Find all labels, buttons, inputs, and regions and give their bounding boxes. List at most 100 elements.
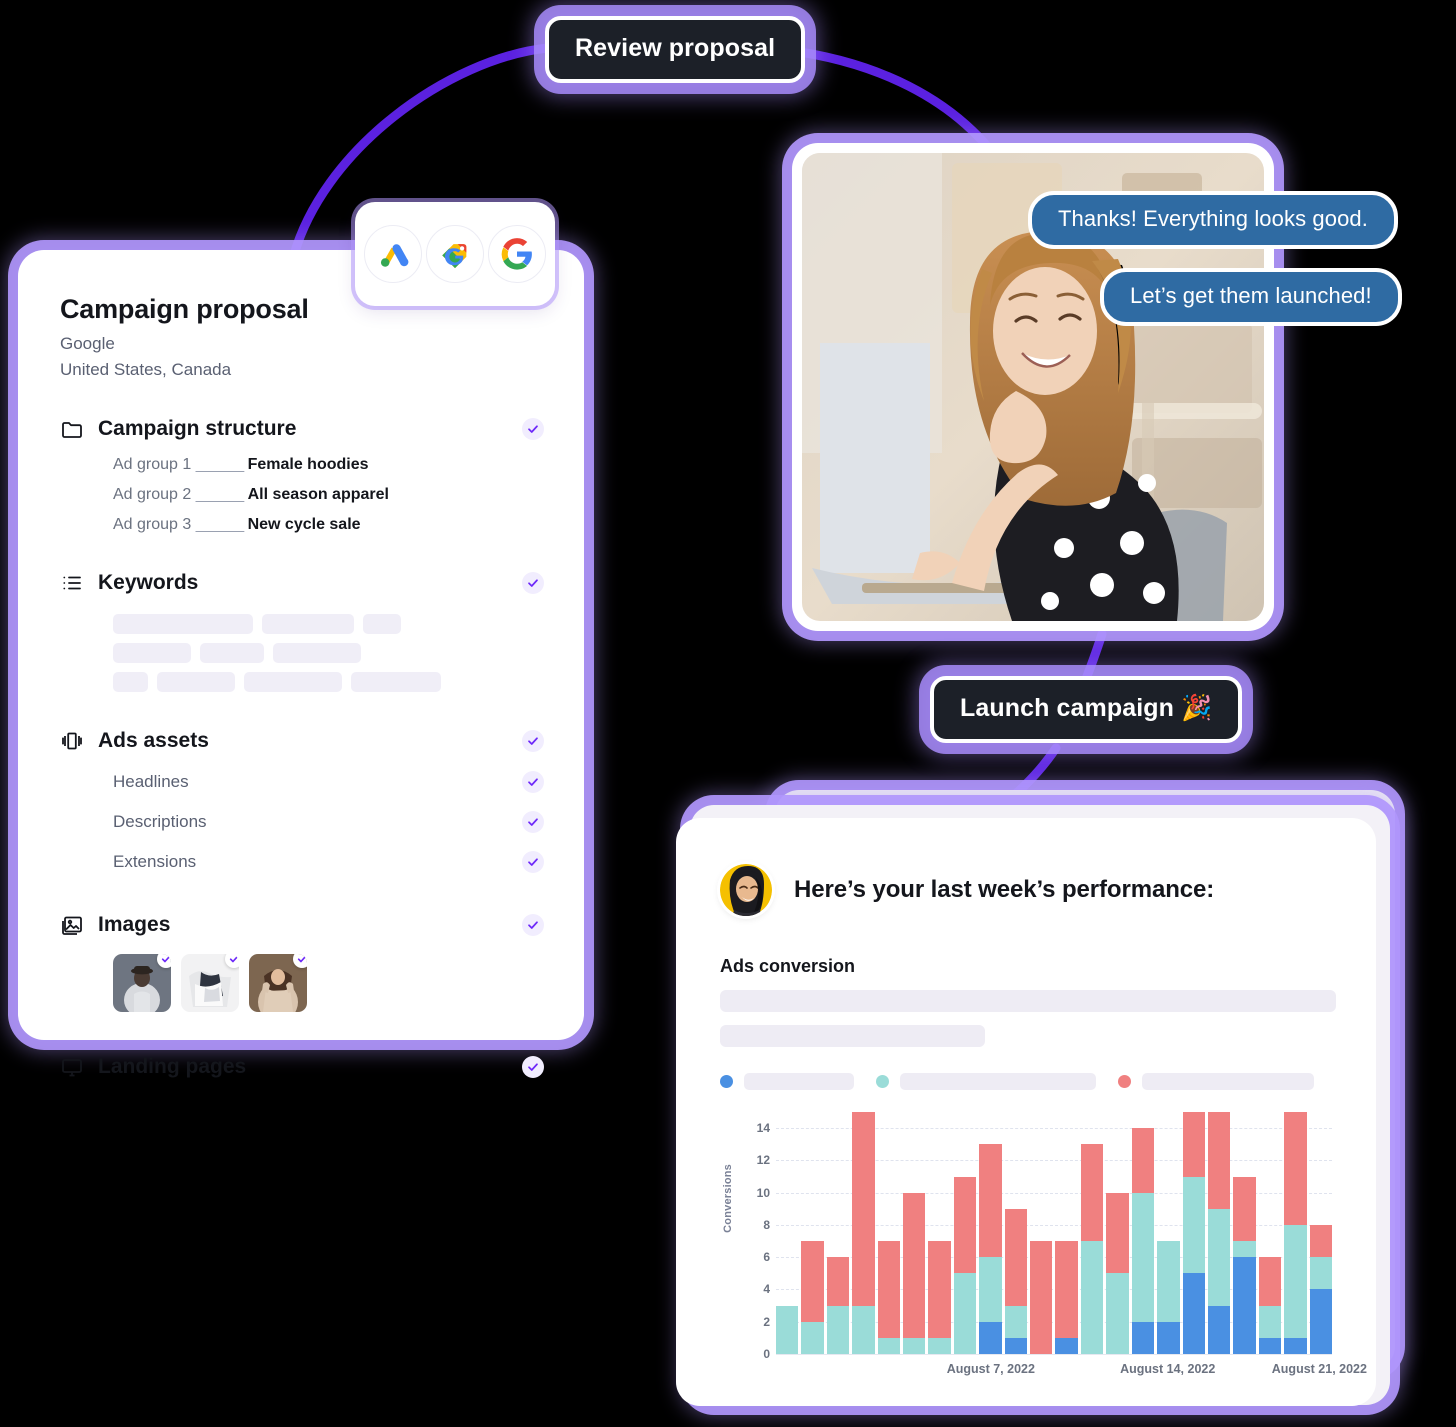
ads-assets-icon [60, 729, 84, 753]
chart-bar-segment [877, 1241, 901, 1338]
ad-group-value: All season apparel [247, 486, 389, 503]
ad-group-row: Ad group 1 ______ Female hoodies [60, 456, 544, 474]
chat-bubble: Let’s get them launched! [1100, 268, 1402, 326]
section-header[interactable]: Campaign structure [60, 414, 544, 444]
chart-bar-segment [1004, 1208, 1028, 1306]
keyword-placeholder-row [113, 672, 544, 692]
chart-bar-segment [1309, 1224, 1332, 1258]
chart-bar [1207, 1112, 1231, 1354]
x-axis-tick-label: August 14, 2022 [1120, 1362, 1216, 1376]
ad-group-label: Ad group 2 [113, 486, 192, 503]
callout-launch-campaign[interactable]: Launch campaign 🎉 [930, 676, 1243, 743]
check-badge [522, 811, 544, 833]
keyword-placeholder [262, 614, 354, 634]
image-thumbnails [60, 954, 544, 1012]
dashboard-header: Here’s your last week’s performance: [720, 864, 1336, 916]
chart-legend [720, 1073, 1336, 1090]
ad-group-dash: ______ [195, 516, 244, 533]
y-axis-tick: 8 [763, 1217, 770, 1232]
chart-bar-segment [776, 1305, 799, 1354]
check-badge [522, 851, 544, 873]
chart-bar [1080, 1112, 1104, 1354]
chart-bar-segment [1182, 1176, 1205, 1274]
chart-bar-segment [1284, 1112, 1307, 1225]
asset-subrow[interactable]: Descriptions [60, 808, 544, 836]
chart-bar [979, 1112, 1002, 1354]
ad-group-label: Ad group 1 [113, 456, 192, 473]
locations: United States, Canada [60, 360, 232, 379]
chart-bar-segment [1309, 1289, 1332, 1354]
callout-review-proposal[interactable]: Review proposal [545, 16, 806, 83]
section-ads-assets: Ads assets Headlines Descriptions Extens… [60, 726, 544, 876]
chart-bars [776, 1112, 1332, 1354]
section-label: Ads assets [98, 729, 209, 752]
connector-review-to-photo [781, 45, 997, 157]
image-thumbnail[interactable] [249, 954, 307, 1012]
check-badge [522, 914, 544, 936]
keyword-placeholder [113, 643, 191, 663]
text-placeholder-bar [720, 990, 1336, 1012]
chart-bar-segment [928, 1241, 951, 1338]
chart-bar-segment [1080, 1241, 1104, 1354]
y-axis-tick: 12 [756, 1153, 770, 1168]
section-header[interactable]: Images [60, 910, 544, 940]
image-thumbnail[interactable] [113, 954, 171, 1012]
chart-bar-segment [1055, 1241, 1078, 1338]
chart-bar-segment [1080, 1144, 1104, 1242]
keyword-placeholder [157, 672, 235, 692]
section-label: Keywords [98, 571, 199, 594]
section-header[interactable]: Ads assets [60, 726, 544, 756]
keyword-placeholder [113, 614, 253, 634]
chart-bar [903, 1112, 926, 1354]
section-header[interactable]: Keywords [60, 568, 544, 598]
legend-color-dot [720, 1075, 733, 1088]
dashboard-headline: Here’s your last week’s performance: [794, 876, 1215, 903]
legend-item [720, 1073, 854, 1090]
chart-bar-segment [1284, 1337, 1307, 1354]
keyword-placeholder-row [113, 614, 544, 634]
chart-bar-segment [801, 1321, 824, 1354]
check-badge [522, 1056, 544, 1078]
list-icon [60, 571, 84, 595]
asset-subrow[interactable]: Headlines [60, 768, 544, 796]
chart-bar [1030, 1112, 1053, 1354]
avatar [720, 864, 772, 916]
image-thumbnail[interactable] [181, 954, 239, 1012]
section-label: Landing pages [98, 1055, 247, 1078]
keyword-placeholder [244, 672, 342, 692]
section-campaign-structure: Campaign structure Ad group 1 ______ Fem… [60, 414, 544, 534]
chart-bar-segment [826, 1305, 850, 1354]
chart-bar-segment [1258, 1305, 1282, 1338]
chart-bar-segment [1030, 1241, 1053, 1354]
illustration-stage: Campaign proposal Google United States, … [0, 0, 1456, 1427]
chart-bar-segment [852, 1305, 875, 1354]
keyword-placeholder [351, 672, 441, 692]
chart-bar-segment [1233, 1241, 1256, 1258]
section-header[interactable]: Landing pages [60, 1052, 544, 1082]
chart-bar [776, 1112, 799, 1354]
campaign-proposal-card: Campaign proposal Google United States, … [18, 250, 584, 1078]
chart-bar [1004, 1112, 1028, 1354]
chart-bar [1182, 1112, 1205, 1354]
chart-bar [1106, 1112, 1129, 1354]
chart-bar-segment [1131, 1128, 1155, 1193]
chart-bar-segment [826, 1257, 850, 1306]
section-keywords: Keywords [60, 568, 544, 692]
ad-group-label: Ad group 3 [113, 516, 192, 533]
image-icon [60, 913, 84, 937]
chart-title: Ads conversion [720, 956, 856, 976]
y-axis-tick: 6 [763, 1250, 770, 1265]
chart-bar-segment [801, 1241, 824, 1322]
chart-bar-segment [852, 1112, 875, 1306]
chart-bar [1284, 1112, 1307, 1354]
chart-bar-segment [1106, 1192, 1129, 1274]
section-label: Campaign structure [98, 417, 297, 440]
asset-subrow[interactable]: Extensions [60, 848, 544, 876]
performance-dashboard-card: Here’s your last week’s performance: Ads… [676, 818, 1376, 1406]
chart-bar-segment [1258, 1257, 1282, 1306]
keyword-placeholder [200, 643, 264, 663]
ads-conversion-chart: Conversions 0 2 4 6 8 10 12 14 August 7, 2022 Au… [720, 1112, 1367, 1380]
keyword-placeholder-row [113, 643, 544, 663]
keyword-placeholder [113, 672, 148, 692]
chart-bar-segment [1004, 1337, 1028, 1354]
